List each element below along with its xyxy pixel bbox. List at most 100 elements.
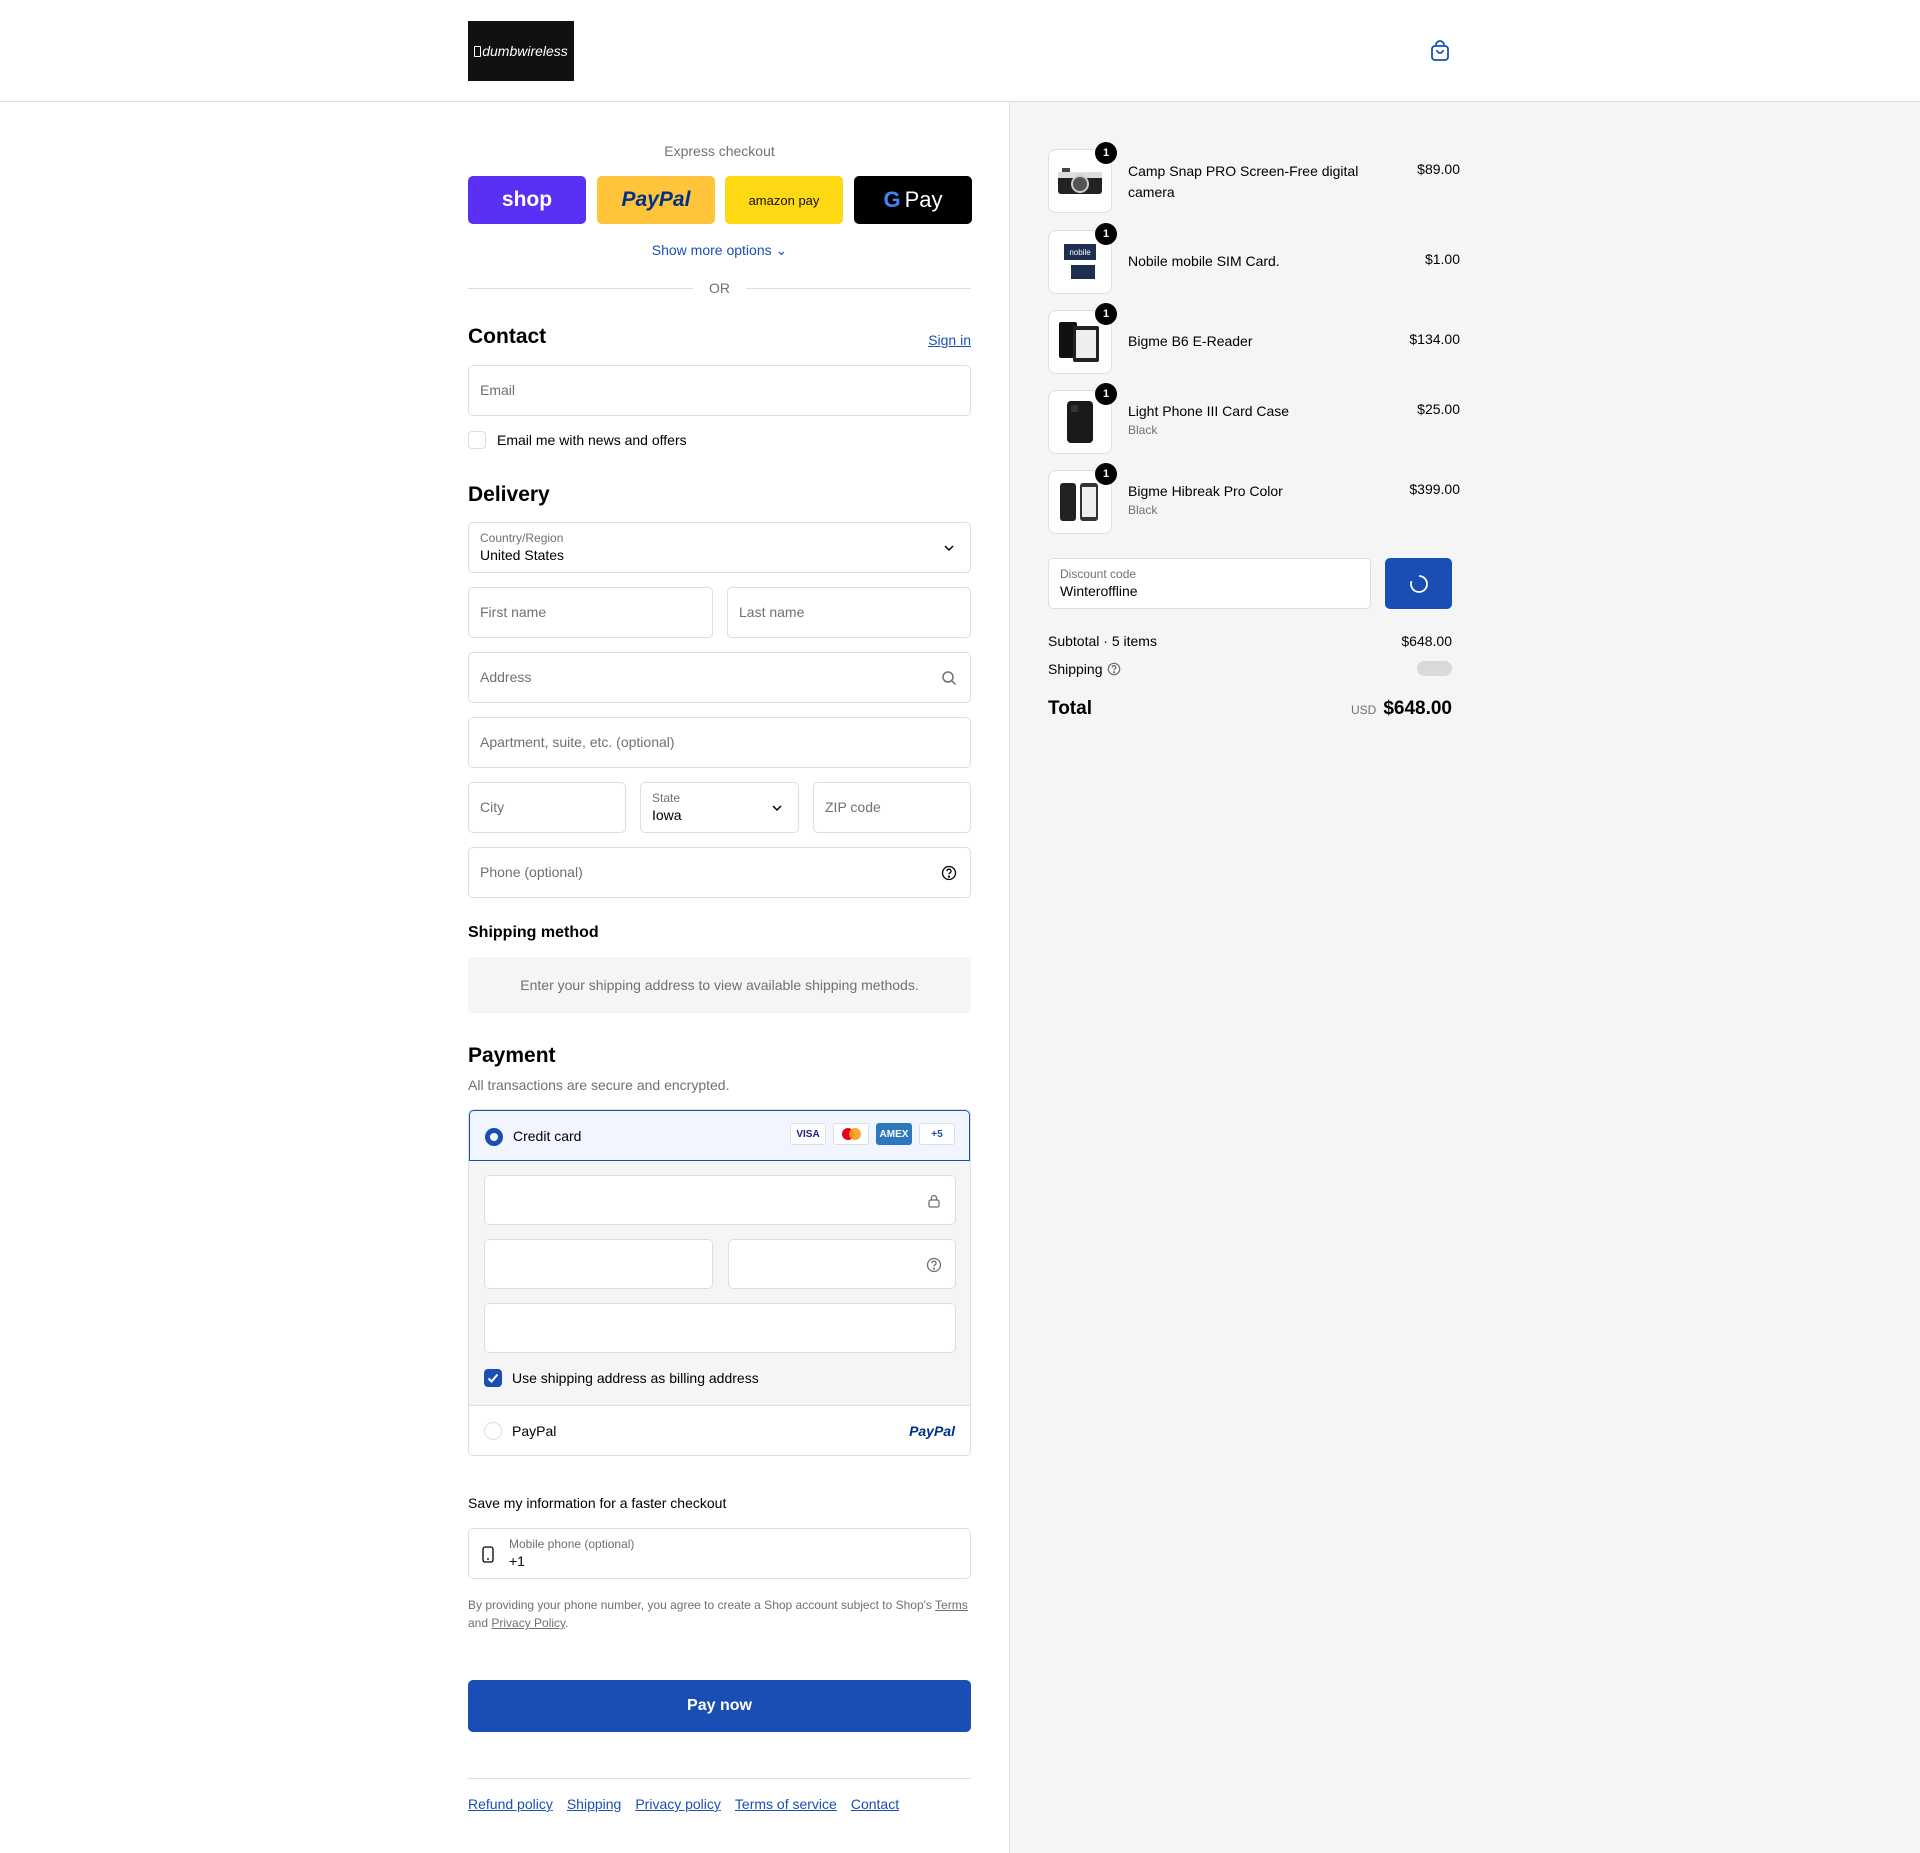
item-price: $1.00 [1424,251,1460,267]
product-thumbnail: nobile 1 [1048,223,1117,294]
amazon-pay-button[interactable]: amazon pay [725,176,843,224]
google-pay-label: Pay [904,187,943,212]
credit-card-label: Credit card [513,1128,582,1144]
divider-right [746,288,971,289]
item-price: $134.00 [1409,331,1460,347]
card-number-field[interactable] [484,1175,956,1225]
help-circle-icon[interactable] [1107,662,1121,676]
mastercard-icon [833,1123,869,1145]
item-price: $89.00 [1417,161,1460,177]
mobile-phone-field[interactable]: Mobile phone (optional) +1 [468,1528,971,1579]
shipping-policy-link[interactable]: Shipping [567,1796,622,1812]
cart-item: 1 Bigme Hibreak Pro Color Black $399.00 [1048,463,1460,534]
expiration-date-field[interactable] [484,1239,713,1289]
quantity-badge: 1 [1095,463,1117,485]
security-code-field[interactable] [728,1239,956,1289]
last-name-placeholder: Last name [739,604,805,620]
country-select[interactable]: Country/Region United States [468,522,971,573]
phone-field[interactable]: Phone (optional) [468,847,971,898]
amazon-pay-label: amazon pay [748,192,820,208]
state-label: State [652,791,681,805]
subtotal-label: Subtotal · 5 items [1048,633,1157,649]
contact-link[interactable]: Contact [851,1796,899,1812]
discount-code-field[interactable]: Discount code Winteroffline [1048,558,1371,609]
item-variant: Black [1128,423,1158,437]
phone-disclaimer: By providing your phone number, you agre… [468,1596,971,1632]
search-icon [942,671,957,686]
name-on-card-field[interactable] [484,1303,956,1353]
state-select[interactable]: State Iowa [640,782,799,833]
email-placeholder: Email [480,382,516,398]
paypal-radio[interactable] [484,1422,502,1440]
footer-links: Refund policy Shipping Privacy policy Te… [468,1796,899,1812]
phone-icon [1060,483,1098,521]
item-name: Light Phone III Card Case [1128,403,1290,419]
total-value: $648.00 [1383,698,1452,719]
contact-title: Contact [468,325,547,348]
sign-in-link[interactable]: Sign in [928,332,971,348]
quantity-badge: 1 [1095,223,1117,245]
terms-link[interactable]: Terms [935,1598,968,1612]
privacy-policy-footer-link[interactable]: Privacy policy [635,1796,721,1812]
mobile-phone-icon [482,1546,494,1563]
email-field[interactable]: Email [468,365,971,416]
lock-icon [928,1194,940,1208]
paypal-label: PayPal [621,188,691,211]
store-logo[interactable]: dumbwireless [468,21,574,81]
mobile-phone-value: +1 [509,1553,525,1569]
privacy-policy-link[interactable]: Privacy Policy [491,1616,565,1630]
item-name: Camp Snap PRO Screen-Free digital camera [1128,163,1359,200]
terms-of-service-link[interactable]: Terms of service [735,1796,837,1812]
express-checkout-title: Express checkout [664,143,775,159]
amex-icon: AMEX [876,1123,912,1145]
paypal-option[interactable]: PayPal PayPal [469,1406,970,1455]
item-name: Bigme B6 E-Reader [1128,333,1253,349]
paypal-logo-icon: PayPal [909,1423,955,1439]
google-pay-button[interactable]: G Pay [854,176,972,224]
disclaimer-period: . [565,1616,569,1630]
chevron-down-icon: ⌄ [775,242,788,258]
phone-placeholder: Phone (optional) [480,864,583,880]
shipping-methods-message: Enter your shipping address to view avai… [520,977,919,993]
shipping-label: Shipping [1048,661,1103,677]
product-thumbnail: 1 [1048,303,1117,374]
item-price: $399.00 [1409,481,1460,497]
refund-policy-link[interactable]: Refund policy [468,1796,553,1812]
total-amount: USD $648.00 [1351,698,1452,720]
shop-pay-button[interactable]: shop [468,176,586,224]
zip-field[interactable]: ZIP code [813,782,971,833]
product-thumbnail: 1 [1048,142,1117,213]
address-field[interactable]: Address [468,652,971,703]
country-label: Country/Region [480,531,564,545]
billing-address-label: Use shipping address as billing address [512,1370,759,1386]
billing-address-checkbox[interactable] [484,1369,502,1387]
help-circle-icon[interactable] [926,1257,942,1273]
country-value: United States [480,547,565,563]
paypal-option-label: PayPal [512,1423,557,1439]
pay-now-button[interactable]: Pay now [468,1680,971,1732]
shopping-bag-icon[interactable] [1429,40,1451,62]
phone-case-icon [1067,401,1093,443]
delivery-title: Delivery [468,483,550,506]
apartment-field[interactable]: Apartment, suite, etc. (optional) [468,717,971,768]
city-field[interactable]: City [468,782,626,833]
help-circle-icon[interactable] [941,865,957,881]
credit-card-radio[interactable] [485,1128,503,1146]
logo-text: dumbwireless [482,43,568,59]
last-name-field[interactable]: Last name [727,587,971,638]
paypal-button[interactable]: PayPal [597,176,715,224]
cart-item: nobile 1 Nobile mobile SIM Card. $1.00 [1048,223,1460,294]
credit-card-option[interactable]: Credit card VISA AMEX +5 [469,1110,970,1161]
news-checkbox[interactable] [468,431,486,449]
svg-text:nobile: nobile [1069,248,1091,257]
item-price: $25.00 [1417,401,1460,417]
discount-code-label: Discount code [1060,567,1137,581]
chevron-down-icon [772,805,782,812]
more-brands-badge: +5 [919,1123,955,1145]
first-name-field[interactable]: First name [468,587,713,638]
show-more-options-link[interactable]: Show more options ⌄ [468,242,971,259]
cart-item: 1 Light Phone III Card Case Black $25.00 [1048,383,1460,454]
camera-icon [1058,168,1102,194]
city-placeholder: City [480,799,505,815]
apply-discount-button[interactable] [1385,558,1452,609]
